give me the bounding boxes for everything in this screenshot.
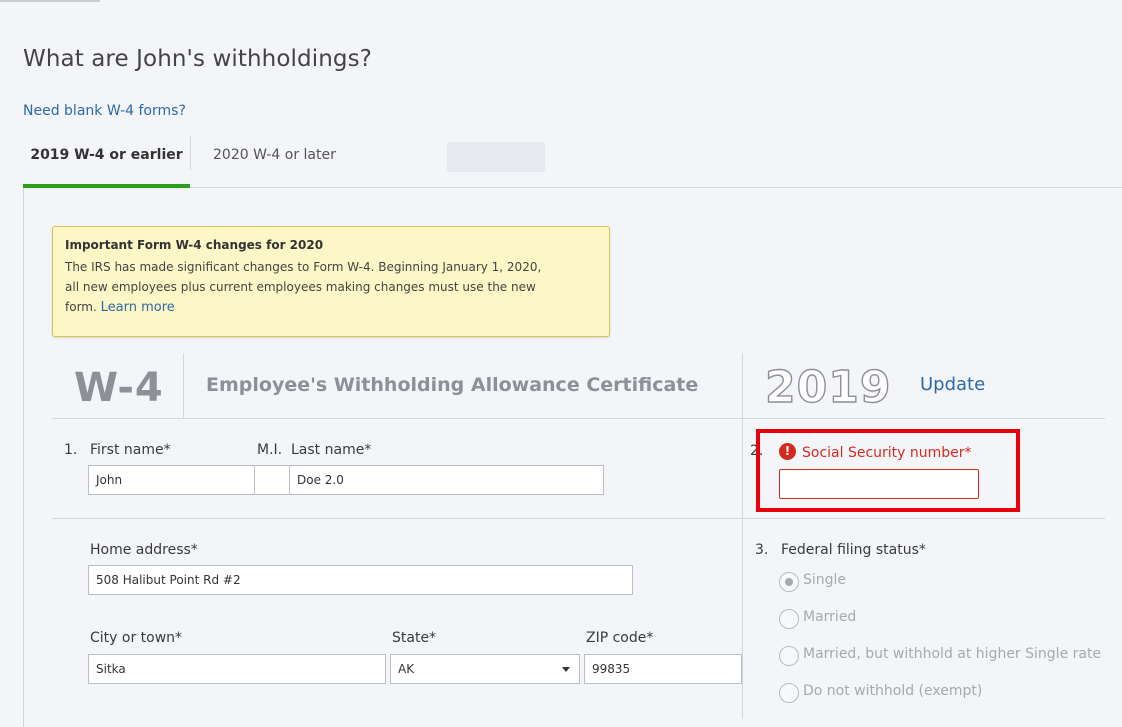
radio-icon [779, 609, 799, 629]
option-label: Single [803, 572, 847, 588]
radio-icon [779, 646, 799, 666]
radio-icon [779, 683, 799, 703]
update-link[interactable]: Update [920, 374, 985, 395]
first-name-label: First name* [90, 442, 171, 458]
last-name-input[interactable]: Doe 2.0 [289, 465, 604, 495]
notice-body: The IRS has made significant changes to … [65, 257, 555, 318]
option-label: Married, but withhold at higher Single r… [803, 646, 1102, 662]
w4-changes-notice: Important Form W-4 changes for 2020 The … [52, 226, 610, 337]
certificate-title: Employee's Withholding Allowance Certifi… [206, 374, 699, 396]
column-divider [742, 353, 743, 719]
state-label: State* [392, 630, 437, 646]
row-divider [52, 518, 1105, 519]
error-icon: ! [779, 443, 796, 460]
middle-initial-input[interactable] [254, 465, 290, 495]
top-strip [0, 0, 100, 2]
row-divider [52, 418, 1105, 419]
section-number-1: 1. [64, 442, 78, 458]
middle-initial-label: M.I. [257, 442, 283, 458]
learn-more-link[interactable]: Learn more [101, 300, 175, 315]
last-name-label: Last name* [291, 442, 372, 458]
city-input[interactable]: Sitka [88, 654, 386, 684]
page-title: What are John's withholdings? [23, 46, 372, 72]
tab-divider [190, 136, 191, 170]
city-label: City or town* [90, 630, 183, 646]
form-year: 2019 [764, 361, 892, 413]
header-divider [183, 353, 184, 418]
state-select-value: AK [398, 662, 415, 676]
option-label: Do not withhold (exempt) [803, 683, 983, 699]
chevron-down-icon [562, 667, 570, 672]
option-label: Married [803, 609, 857, 625]
form-id: W-4 [74, 365, 164, 411]
first-name-input[interactable]: John [88, 465, 255, 495]
radio-selected-icon [779, 572, 799, 592]
w4-version-tabs: 2019 W-4 or earlier 2020 W-4 or later [23, 136, 1122, 188]
zip-label: ZIP code* [586, 630, 654, 646]
ssn-input[interactable] [779, 469, 979, 499]
home-address-label: Home address* [90, 542, 198, 558]
state-select[interactable]: AK [390, 654, 580, 684]
filing-status-label: Federal filing status* [781, 542, 926, 558]
zip-input[interactable]: 99835 [584, 654, 742, 684]
tab-2019-w4-or-earlier[interactable]: 2019 W-4 or earlier [23, 136, 190, 188]
tab-placeholder [447, 142, 545, 172]
blank-w4-forms-link[interactable]: Need blank W-4 forms? [23, 103, 186, 119]
section-number-3: 3. [755, 542, 769, 558]
ssn-label: Social Security number* [802, 445, 972, 461]
tab-2020-w4-or-later[interactable]: 2020 W-4 or later [213, 136, 336, 188]
notice-title: Important Form W-4 changes for 2020 [65, 238, 324, 252]
home-address-input[interactable]: 508 Halibut Point Rd #2 [88, 565, 633, 595]
